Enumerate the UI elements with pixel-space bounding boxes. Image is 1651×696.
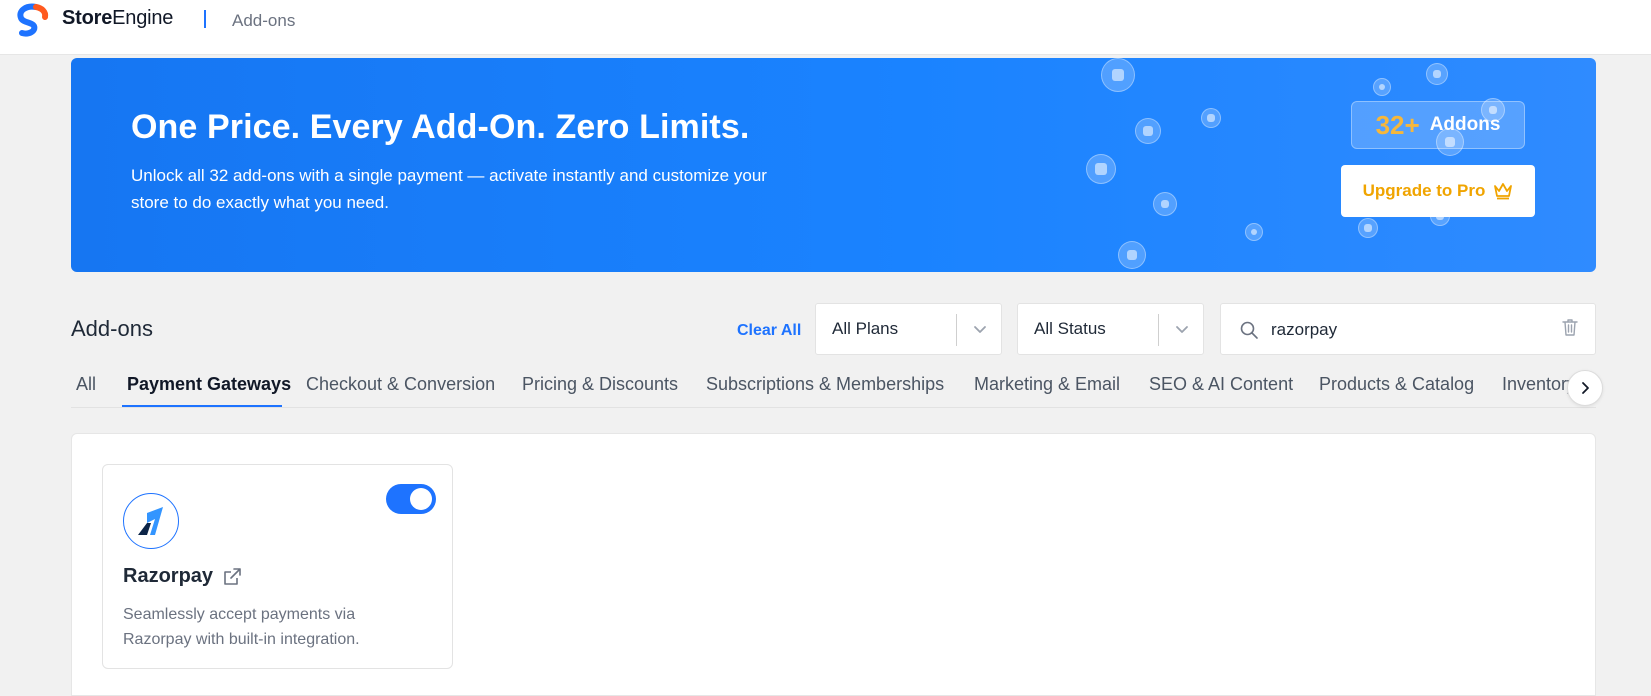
chevron-down-icon xyxy=(1176,326,1188,333)
circle-icon xyxy=(1373,78,1391,96)
select-divider xyxy=(956,314,957,346)
link-chain-icon xyxy=(1426,63,1448,85)
chevron-right-icon xyxy=(1582,382,1589,394)
razorpay-logo-icon xyxy=(138,507,163,535)
addon-name: Razorpay xyxy=(123,565,214,587)
chevron-down-icon xyxy=(974,326,986,333)
storeengine-logo xyxy=(17,3,49,37)
brand-name: StoreEngine xyxy=(62,7,174,29)
crown-icon xyxy=(1494,183,1513,200)
active-tab-indicator xyxy=(122,405,282,407)
addons-count-badge: 32+ Addons xyxy=(1351,101,1525,149)
banner-title: One Price. Every Add-On. Zero Limits. xyxy=(131,108,750,146)
tabs-scroll-right-button[interactable] xyxy=(1567,370,1603,406)
addons-panel: Razorpay Seamlessly accept payments via … xyxy=(71,433,1596,696)
search-box xyxy=(1220,303,1596,355)
addon-title: Razorpay xyxy=(123,565,243,588)
paypal-icon xyxy=(1101,58,1135,92)
tab-pricing-discounts[interactable]: Pricing & Discounts xyxy=(522,374,678,395)
addons-section-title: Add-ons xyxy=(71,316,153,341)
status-select[interactable]: All Status xyxy=(1017,303,1204,355)
top-bar: StoreEngine Add-ons xyxy=(0,0,1651,55)
tab-products-catalog[interactable]: Products & Catalog xyxy=(1319,374,1474,395)
tab-payment-gateways[interactable]: Payment Gateways xyxy=(127,374,291,395)
addon-enabled-toggle[interactable] xyxy=(386,484,436,514)
header-divider xyxy=(204,10,206,28)
settings-icon xyxy=(1153,192,1177,216)
link-icon xyxy=(1086,154,1116,184)
search-input[interactable] xyxy=(1271,314,1541,346)
clear-all-button[interactable]: Clear All xyxy=(737,322,801,340)
banner-subtitle: Unlock all 32 add-ons with a single paym… xyxy=(131,166,767,212)
tab-checkout-conversion[interactable]: Checkout & Conversion xyxy=(306,374,495,395)
toggle-knob xyxy=(410,488,432,510)
promo-banner: One Price. Every Add-On. Zero Limits. Un… xyxy=(71,58,1596,272)
coupon-icon xyxy=(1245,223,1263,241)
document-icon xyxy=(1201,108,1221,128)
category-tabs: All Payment Gateways Checkout & Conversi… xyxy=(71,362,1596,408)
tab-seo-ai-content[interactable]: SEO & AI Content xyxy=(1149,374,1293,395)
search-icon xyxy=(1240,321,1258,339)
upgrade-button-label: Upgrade to Pro xyxy=(1362,181,1486,200)
status-select-value: All Status xyxy=(1034,319,1106,338)
upgrade-to-pro-button[interactable]: Upgrade to Pro xyxy=(1341,165,1535,217)
addon-description: Seamlessly accept payments via Razorpay … xyxy=(123,606,360,648)
tab-inventory[interactable]: Inventory xyxy=(1502,374,1576,395)
addons-count-label: Addons xyxy=(1429,114,1501,135)
addons-count: 32+ xyxy=(1375,109,1420,140)
razorpay-logo xyxy=(123,493,179,549)
external-link-icon[interactable] xyxy=(221,566,243,588)
calendar-icon xyxy=(1118,241,1146,269)
trash-icon[interactable] xyxy=(1561,317,1579,337)
select-divider xyxy=(1158,314,1159,346)
tab-marketing-email[interactable]: Marketing & Email xyxy=(974,374,1120,395)
file-icon xyxy=(1358,218,1378,238)
addon-card: Razorpay Seamlessly accept payments via … xyxy=(102,464,453,669)
tab-all[interactable]: All xyxy=(76,374,96,395)
plan-select[interactable]: All Plans xyxy=(815,303,1002,355)
plan-select-value: All Plans xyxy=(832,319,899,338)
stripe-icon xyxy=(1135,118,1161,144)
page-title: Add-ons xyxy=(232,11,296,30)
tab-subscriptions-memberships[interactable]: Subscriptions & Memberships xyxy=(706,374,944,395)
